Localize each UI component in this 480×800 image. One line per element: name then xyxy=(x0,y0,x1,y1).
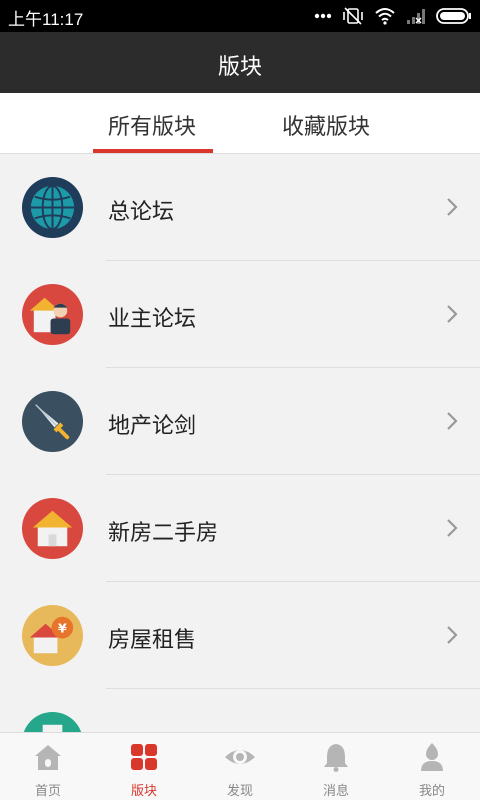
forum-item-general[interactable]: 总论坛 xyxy=(0,154,480,261)
forum-list[interactable]: 总论坛 业主论坛 地产论剑 新房二手房 ¥ 房屋租售 xyxy=(0,154,480,732)
svg-text:¥: ¥ xyxy=(58,622,67,637)
eye-icon xyxy=(225,750,255,764)
bell-icon xyxy=(324,744,348,772)
sword-icon xyxy=(21,390,84,453)
vibrate-off-icon xyxy=(343,7,363,25)
forum-label: 新房二手房 xyxy=(108,521,219,546)
active-tab-indicator xyxy=(93,149,213,153)
forum-label: 业主论坛 xyxy=(108,307,197,332)
nav-label: 版块 xyxy=(130,784,157,799)
tab-favorite-forums[interactable]: 收藏版块 xyxy=(282,109,370,141)
nav-messages[interactable]: 消息 xyxy=(288,733,384,800)
forum-item-new-used-homes[interactable]: 新房二手房 xyxy=(0,475,480,582)
chevron-right-icon xyxy=(447,305,458,323)
homeowner-icon xyxy=(21,283,84,346)
chevron-right-icon xyxy=(447,198,458,216)
house-icon xyxy=(21,497,84,560)
title-bar: 版块 xyxy=(0,32,480,93)
nav-home[interactable]: 首页 xyxy=(0,733,96,800)
bottom-nav: 首页 版块 发现 消息 我的 xyxy=(0,732,480,800)
home-icon xyxy=(35,745,61,770)
wifi-icon xyxy=(375,8,395,25)
nav-label: 首页 xyxy=(34,784,61,799)
tab-all-forums[interactable]: 所有版块 xyxy=(108,109,196,141)
status-time: 上午11:17 xyxy=(8,10,84,29)
nav-profile[interactable]: 我的 xyxy=(384,733,480,800)
chevron-right-icon xyxy=(447,412,458,430)
grid-icon xyxy=(131,744,157,770)
forum-item-homeowners[interactable]: 业主论坛 xyxy=(0,261,480,368)
nav-forums[interactable]: 版块 xyxy=(96,733,192,800)
page-title: 版块 xyxy=(217,55,262,80)
nav-label: 我的 xyxy=(418,784,445,799)
chevron-right-icon xyxy=(447,626,458,644)
building-icon xyxy=(23,711,82,732)
more-dots-icon xyxy=(314,13,332,19)
house-rent-icon: ¥ xyxy=(21,604,84,667)
battery-icon xyxy=(436,8,471,24)
forum-item-partial[interactable] xyxy=(0,689,480,732)
profile-icon xyxy=(421,743,443,771)
signal-icon xyxy=(407,9,425,24)
nav-label: 消息 xyxy=(322,784,349,799)
forum-item-realestate-debate[interactable]: 地产论剑 xyxy=(0,368,480,475)
globe-icon xyxy=(21,176,84,239)
nav-label: 发现 xyxy=(226,784,253,799)
chevron-right-icon xyxy=(447,519,458,537)
nav-discover[interactable]: 发现 xyxy=(192,733,288,800)
tab-bar: 所有版块 收藏版块 xyxy=(0,93,480,154)
forum-label: 总论坛 xyxy=(108,200,175,225)
status-bar: 上午11:17 xyxy=(0,0,480,32)
forum-item-rent-sale[interactable]: ¥ 房屋租售 xyxy=(0,582,480,689)
forum-label: 房屋租售 xyxy=(108,628,197,653)
status-icons xyxy=(314,7,472,25)
forum-label: 地产论剑 xyxy=(108,414,197,439)
